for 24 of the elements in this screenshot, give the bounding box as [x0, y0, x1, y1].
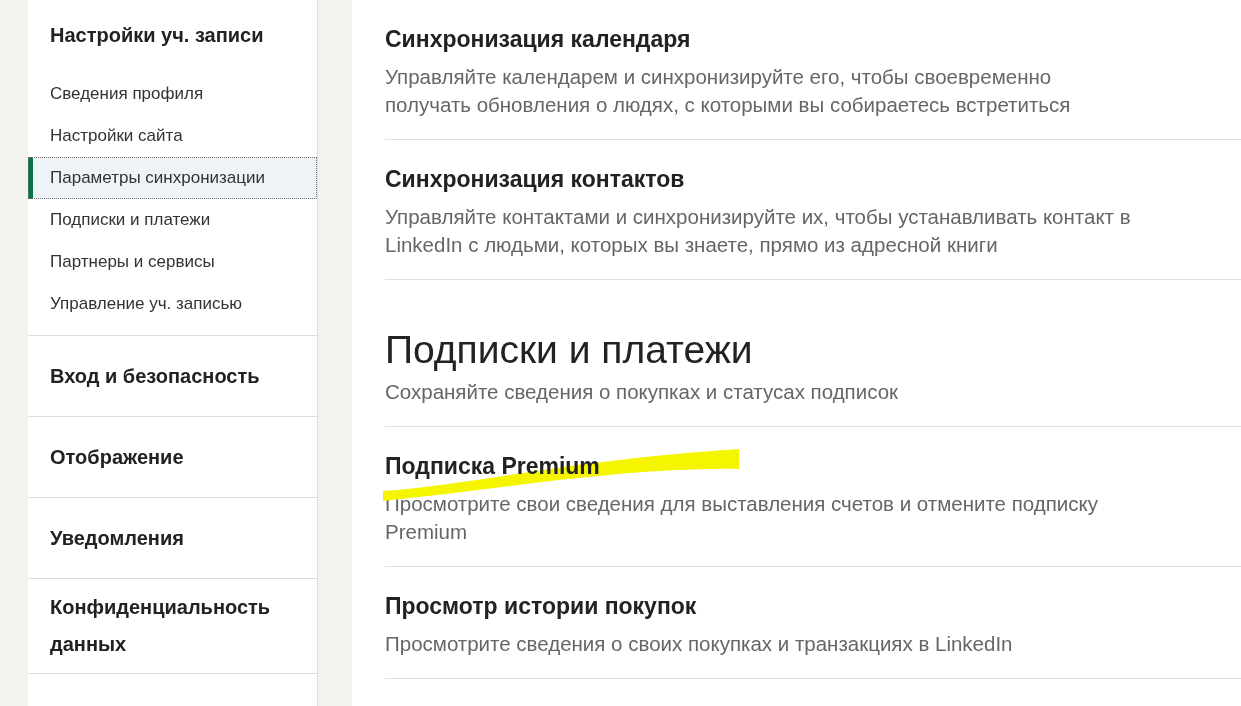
sidebar-item[interactable]: Управление уч. записью: [28, 283, 317, 325]
sidebar-section[interactable]: Конфиденциальность данных: [28, 579, 317, 674]
settings-item[interactable]: Синхронизация контактов Управляйте контактами и синхронизируйте их, чтобы устанавливать контакт в LinkedIn с людьми, которых вы знаете, прямо из адресной книги: [385, 140, 1241, 280]
sidebar-item[interactable]: Сведения профиля: [28, 73, 317, 115]
sidebar-item[interactable]: Настройки сайта: [28, 115, 317, 157]
section-header[interactable]: Подписки и платежи Сохраняйте сведения о покупках и статусах подписок: [385, 280, 1241, 427]
sidebar-section[interactable]: Уведомления: [28, 498, 317, 579]
settings-item[interactable]: Просмотр истории покупок Просмотрите сведения о своих покупках и транзакциях в LinkedIn: [385, 567, 1241, 679]
item-title: Синхронизация календаря: [385, 26, 691, 53]
item-title: Просмотр истории покупок: [385, 593, 697, 620]
item-description: Просмотрите свои сведения для выставления счетов и отмените подписку Premium: [385, 491, 1099, 545]
sidebar-title: Настройки уч. записи: [49, 24, 265, 48]
item-description: Управляйте календарем и синхронизируйте его, чтобы своевременно получать обновления о людях, с которыми вы собираетесь встретиться: [385, 64, 1072, 118]
sidebar-section[interactable]: Отображение: [28, 417, 317, 498]
item-description: Просмотрите сведения о своих покупках и транзакциях в LinkedIn: [385, 631, 1014, 657]
sidebar-item[interactable]: Параметры синхронизации: [28, 157, 317, 199]
item-description: Управляйте контактами и синхронизируйте их, чтобы устанавливать контакт в LinkedIn с людьми, которых вы знаете, прямо из адресной книги: [385, 204, 1132, 258]
settings-item[interactable]: Синхронизация календаря Управляйте календарем и синхронизируйте его, чтобы своевременно получать обновления о людях, с которыми вы собираетесь встретиться: [385, 0, 1241, 140]
section-description: Сохраняйте сведения о покупках и статусах подписок: [385, 379, 900, 405]
section-heading: Подписки и платежи: [385, 328, 753, 372]
item-title: Синхронизация контактов: [385, 166, 685, 193]
sidebar-section[interactable]: Вход и безопасность: [28, 336, 317, 417]
sidebar-item[interactable]: Партнеры и сервисы: [28, 241, 317, 283]
sidebar-item[interactable]: Подписки и платежи: [28, 199, 317, 241]
